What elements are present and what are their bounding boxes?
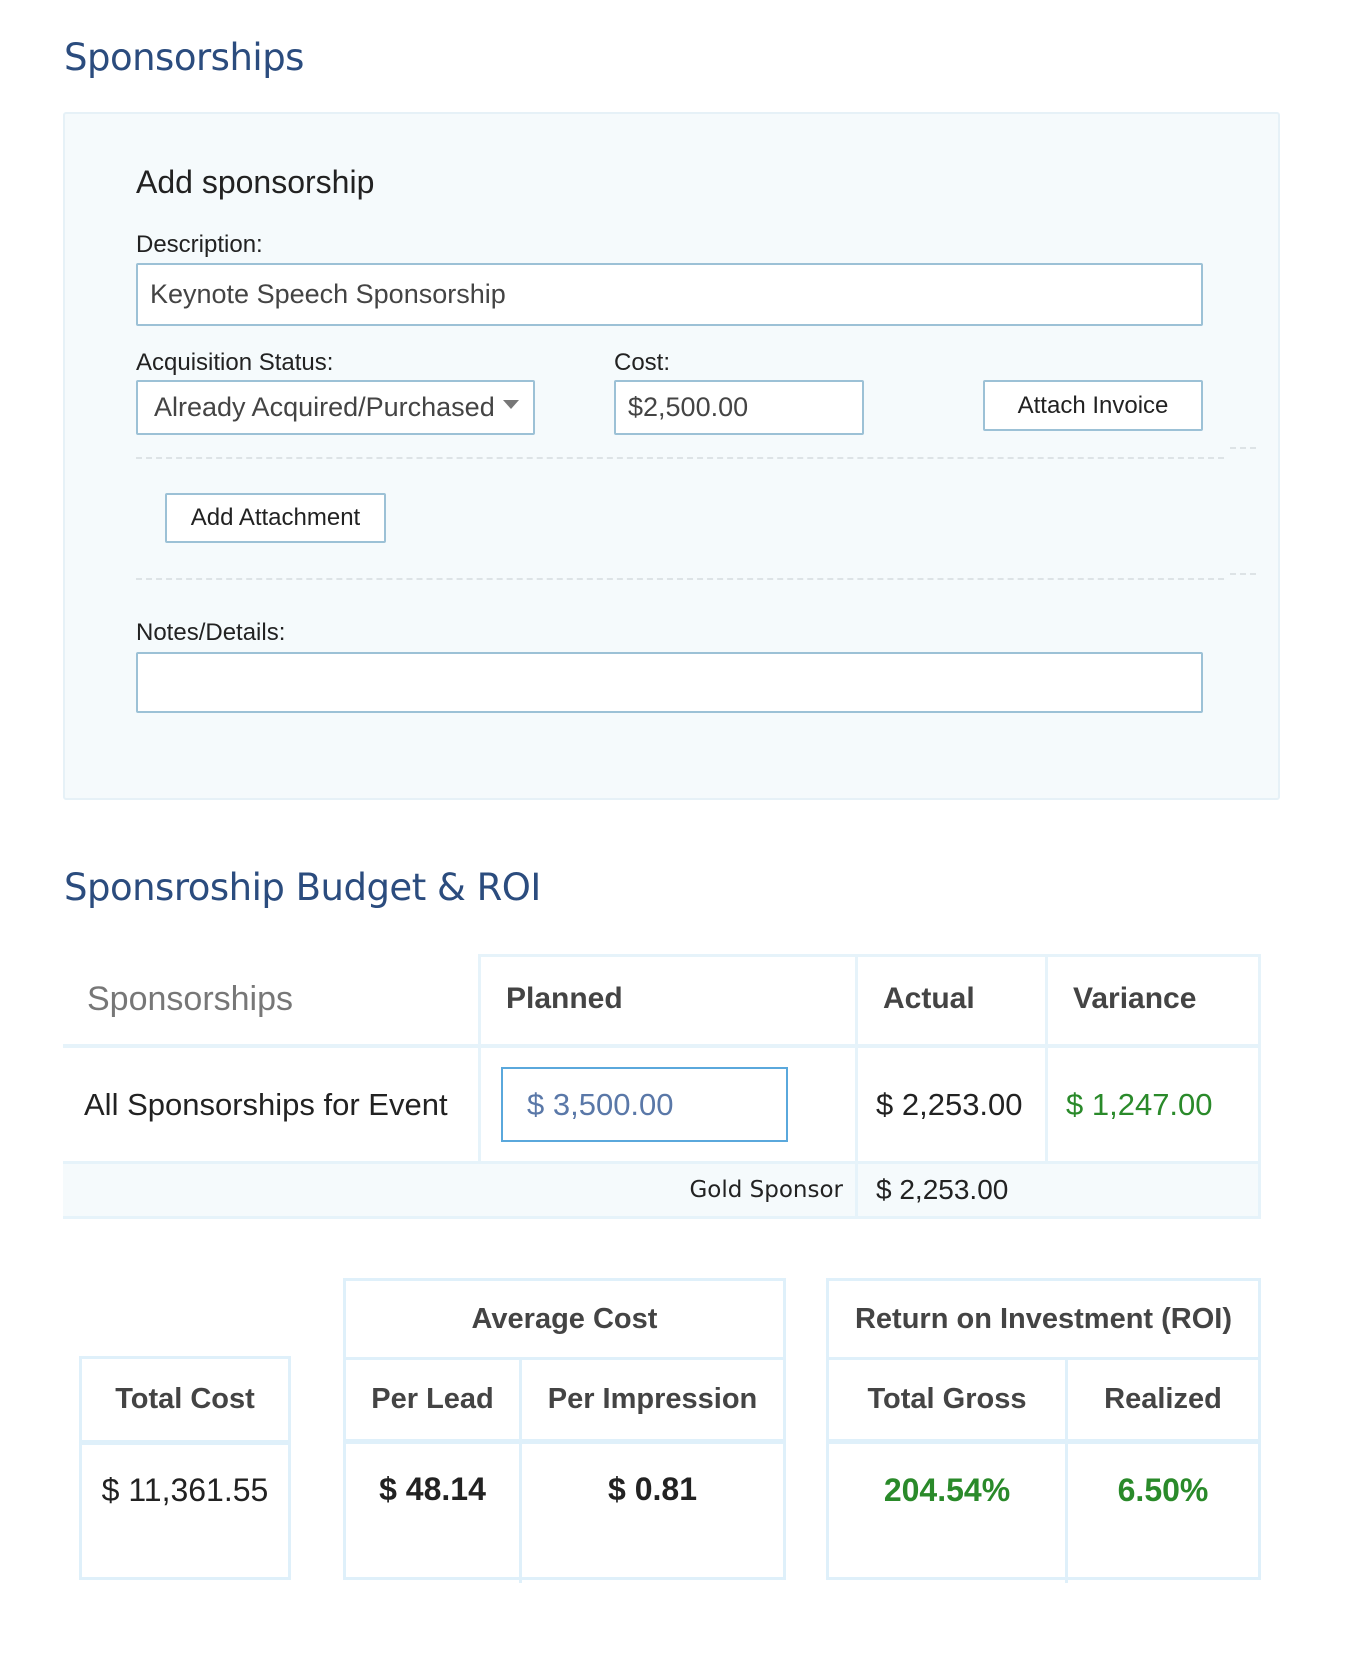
total-cost-value: $ 11,361.55 — [101, 1471, 269, 1508]
notes-input[interactable] — [136, 652, 1203, 713]
divider — [1230, 573, 1256, 575]
header-planned: Planned — [506, 982, 623, 1015]
acquisition-status-label: Acquisition Status: — [136, 349, 334, 376]
gold-sponsor-actual: $ 2,253.00 — [876, 1174, 1009, 1205]
total-cost-box: Total Cost $ 11,361.55 — [79, 1356, 291, 1580]
description-input[interactable]: Keynote Speech Sponsorship — [136, 263, 1203, 326]
total-gross-value: 204.54% — [883, 1471, 1011, 1508]
attach-invoice-button[interactable]: Attach Invoice — [983, 380, 1203, 431]
total-cost-label: Total Cost — [115, 1383, 255, 1415]
cost-label: Cost: — [614, 349, 671, 376]
average-cost-box: Average Cost Per Lead Per Impression $ 4… — [343, 1278, 786, 1583]
row-name: All Sponsorships for Event — [84, 1086, 448, 1122]
total-gross-label: Total Gross — [867, 1383, 1027, 1415]
notes-label: Notes/Details: — [136, 619, 286, 646]
header-sponsorships: Sponsorships — [87, 979, 294, 1018]
variance-value: $ 1,247.00 — [1066, 1086, 1213, 1122]
divider — [136, 457, 1224, 459]
per-lead-value: $ 48.14 — [379, 1470, 486, 1507]
budget-title: Sponsroship Budget & ROI — [64, 866, 541, 909]
add-attachment-button[interactable]: Add Attachment — [165, 493, 386, 543]
per-impression-label: Per Impression — [547, 1383, 758, 1415]
header-variance: Variance — [1073, 982, 1197, 1015]
per-lead-label: Per Lead — [371, 1383, 494, 1415]
header-actual: Actual — [883, 982, 975, 1015]
dropdown-caret-icon — [503, 400, 519, 409]
realized-value: 6.50% — [1117, 1471, 1209, 1508]
per-impression-value: $ 0.81 — [608, 1470, 697, 1507]
gold-sponsor-label: Gold Sponsor — [689, 1177, 843, 1203]
roi-label: Return on Investment (ROI) — [854, 1302, 1232, 1335]
roi-box: Return on Investment (ROI) Total Gross R… — [826, 1278, 1261, 1583]
acquisition-status-select[interactable]: Already Acquired/Purchased — [136, 380, 535, 435]
form-heading: Add sponsorship — [136, 164, 375, 200]
acquisition-status-value: Already Acquired/Purchased — [154, 392, 495, 422]
divider — [136, 578, 1224, 580]
divider — [1230, 447, 1256, 449]
average-cost-label: Average Cost — [471, 1302, 658, 1335]
planned-input[interactable]: $ 3,500.00 — [501, 1067, 788, 1142]
page-title: Sponsorships — [64, 36, 304, 79]
actual-value: $ 2,253.00 — [876, 1086, 1023, 1122]
realized-label: Realized — [1104, 1383, 1222, 1415]
cost-input[interactable]: $2,500.00 — [614, 380, 864, 435]
description-label: Description: — [136, 231, 263, 258]
budget-table: Sponsorships Planned Actual Variance All… — [63, 954, 1261, 1219]
